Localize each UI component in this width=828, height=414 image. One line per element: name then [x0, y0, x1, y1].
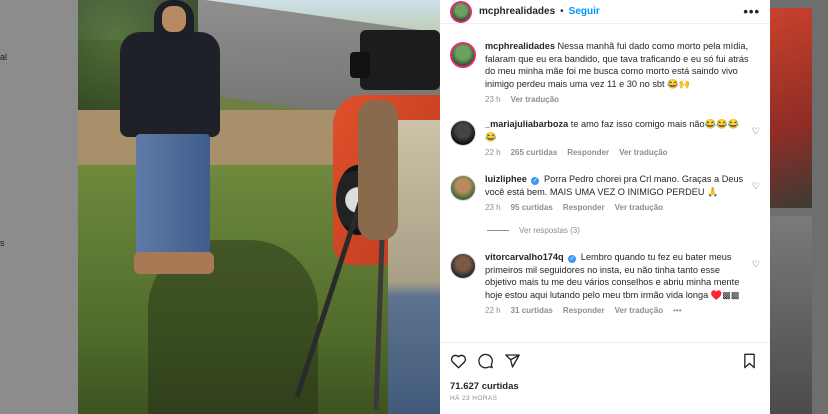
heart-icon[interactable]	[450, 353, 467, 369]
man-hoodie	[120, 32, 220, 137]
replies-line	[487, 230, 509, 231]
comment-username[interactable]: _mariajuliabarboza	[485, 119, 568, 129]
video-camera	[360, 30, 440, 90]
comment-time[interactable]: 23 h	[485, 202, 501, 215]
separator-dot: •	[560, 6, 564, 17]
follow-button[interactable]: Seguir	[569, 6, 600, 17]
post-photo[interactable]	[78, 0, 440, 414]
background-page-right	[770, 0, 828, 414]
post-panel: mcphrealidades • Seguir ••• mcphrealidad…	[440, 0, 770, 414]
comment-time[interactable]: 22 h	[485, 305, 501, 318]
view-replies[interactable]: Ver respostas (3)	[487, 226, 580, 235]
comment-item: _mariajuliabarboza te amo faz isso comig…	[450, 118, 768, 160]
view-replies-label[interactable]: Ver respostas (3)	[519, 226, 580, 235]
verified-badge-icon: ✓	[531, 177, 540, 185]
post-header: mcphrealidades • Seguir •••	[440, 0, 770, 24]
camera-operator	[348, 60, 440, 414]
avatar[interactable]	[450, 0, 472, 23]
background-thumbnail[interactable]	[770, 8, 812, 208]
translate-link[interactable]: Ver tradução	[619, 147, 667, 160]
post-username[interactable]: mcphrealidades	[479, 6, 555, 17]
comment-like-heart-icon[interactable]: ♡	[752, 259, 760, 270]
caption: mcphrealidades Nessa manhã fui dado como…	[450, 40, 768, 107]
bookmark-icon[interactable]	[742, 353, 757, 369]
comment-more-icon[interactable]: •••	[673, 305, 681, 318]
likes-count[interactable]: 71.627 curtidas	[450, 381, 519, 392]
comment-time[interactable]: 22 h	[485, 147, 501, 160]
background-thumbnail[interactable]	[770, 216, 812, 414]
comment-username[interactable]: luizliphee	[485, 174, 527, 184]
comment-like-heart-icon[interactable]: ♡	[752, 126, 760, 137]
background-text: al	[0, 52, 8, 62]
comment-likes[interactable]: 265 curtidas	[511, 147, 558, 160]
comment-like-heart-icon[interactable]: ♡	[752, 181, 760, 192]
comments-list[interactable]: mcphrealidades Nessa manhã fui dado como…	[440, 30, 770, 335]
action-row	[450, 353, 760, 371]
reply-button[interactable]: Responder	[563, 202, 605, 215]
caption-time[interactable]: 23 h	[485, 94, 501, 107]
comment-item: luizliphee ✓ Porra Pedro chorei pra Crl …	[450, 173, 768, 215]
comment-icon[interactable]	[477, 353, 494, 369]
reply-button[interactable]: Responder	[563, 305, 605, 318]
comment-item: vitorcarvalho174q ✓ Lembro quando tu fez…	[450, 251, 768, 318]
translate-link[interactable]: Ver tradução	[615, 305, 663, 318]
post-actions: 71.627 curtidas HÁ 23 HORAS	[440, 342, 770, 414]
avatar[interactable]	[450, 42, 476, 68]
translate-link[interactable]: Ver tradução	[615, 202, 663, 215]
comment-likes[interactable]: 95 curtidas	[511, 202, 553, 215]
photo-man	[98, 0, 228, 280]
comment-username[interactable]: vitorcarvalho174q	[485, 252, 564, 262]
caption-username[interactable]: mcphrealidades	[485, 41, 555, 51]
background-page-left: al s	[0, 0, 78, 414]
camera-lens	[350, 52, 370, 78]
background-text: s	[0, 238, 5, 248]
avatar[interactable]	[450, 120, 476, 146]
post-timestamp[interactable]: HÁ 23 HORAS	[450, 395, 497, 402]
verified-badge-icon: ✓	[568, 255, 577, 263]
avatar[interactable]	[450, 253, 476, 279]
operator-arm	[358, 100, 398, 240]
man-feet	[134, 252, 214, 274]
share-icon[interactable]	[504, 353, 521, 369]
man-face	[162, 6, 186, 32]
translate-link[interactable]: Ver tradução	[511, 94, 559, 107]
comment-likes[interactable]: 31 curtidas	[511, 305, 553, 318]
avatar[interactable]	[450, 175, 476, 201]
man-jeans	[136, 134, 210, 260]
more-icon[interactable]: •••	[743, 4, 760, 19]
reply-button[interactable]: Responder	[567, 147, 609, 160]
